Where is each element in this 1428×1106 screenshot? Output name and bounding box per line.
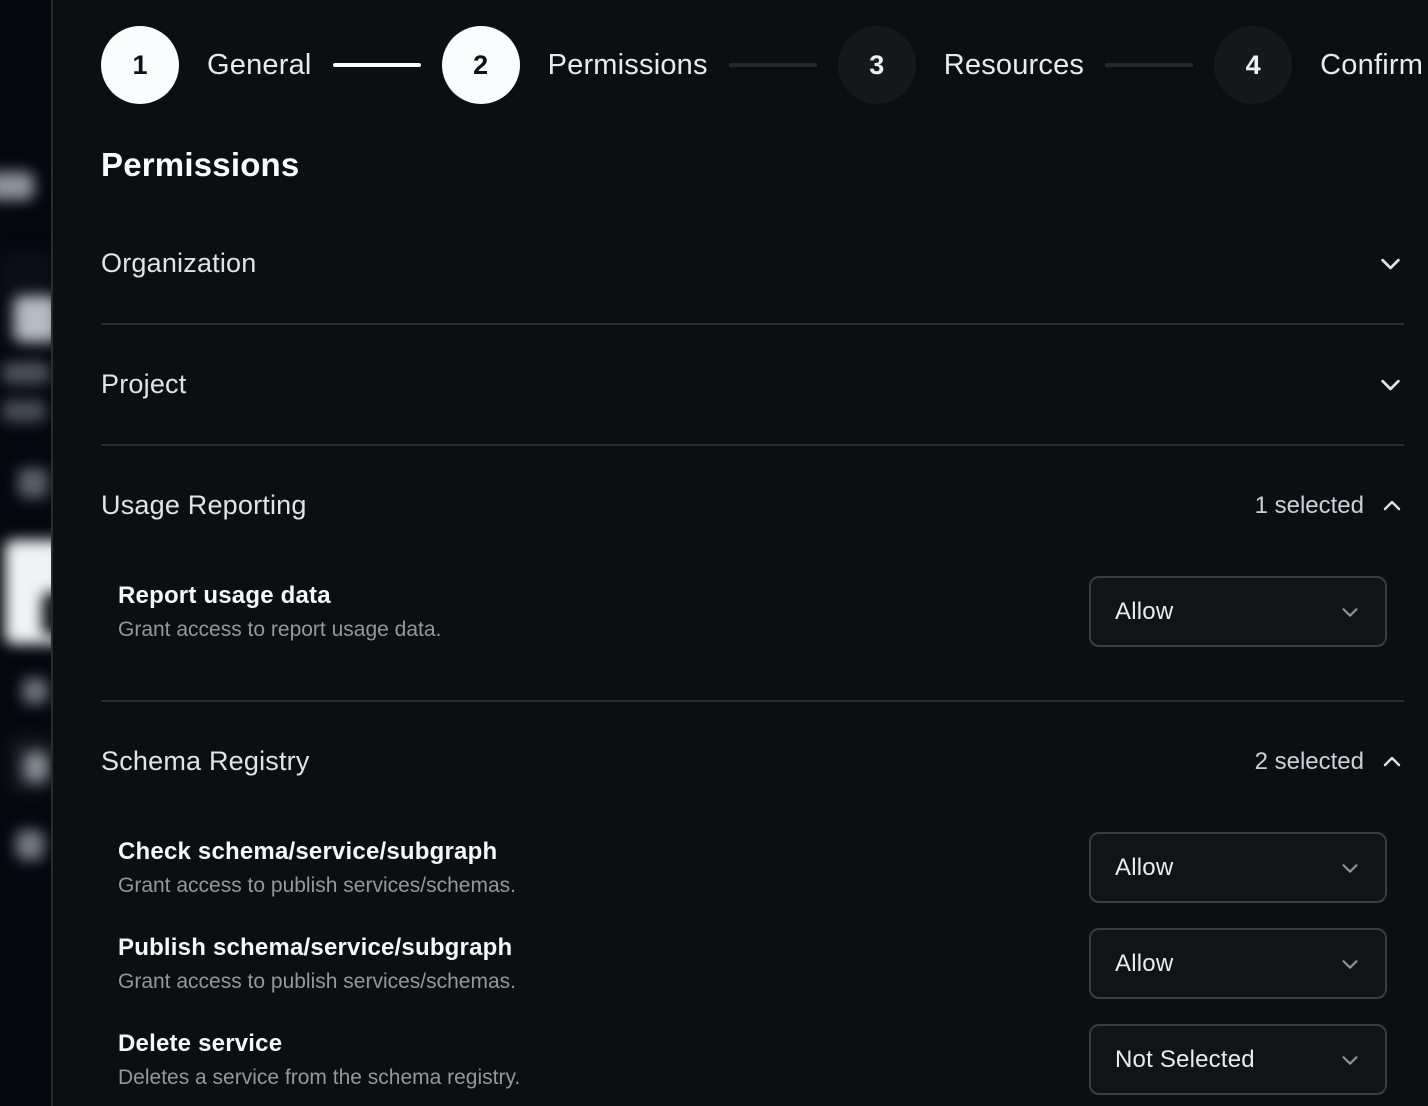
permission-sections: Organization Project (101, 204, 1404, 1106)
selected-option-label: Not Selected (1115, 1046, 1255, 1074)
permission-description: Grant access to report usage data. (118, 618, 441, 642)
blurred-text-line (2, 362, 50, 384)
blurred-logo (0, 172, 34, 200)
wizard-panel: 1 General 2 Permissions 3 Resources 4 Co… (55, 26, 1428, 1106)
permission-value-select[interactable]: Not Selected (1089, 1024, 1387, 1095)
permission-row-delete-service: Delete service Deletes a service from th… (101, 1024, 1404, 1095)
permission-list: Check schema/service/subgraph Grant acce… (101, 832, 1404, 1106)
section-title: Organization (101, 248, 257, 279)
permission-row-publish-schema: Publish schema/service/subgraph Grant ac… (101, 928, 1404, 999)
selected-option-label: Allow (1115, 598, 1173, 626)
chevron-up-icon[interactable] (1380, 750, 1404, 774)
blurred-account-item (14, 296, 53, 342)
step-permissions[interactable]: 2 Permissions (442, 26, 708, 104)
step-number-badge: 4 (1214, 26, 1292, 104)
selected-count-badge: 2 selected (1255, 748, 1364, 776)
step-label: Permissions (548, 49, 708, 82)
chevron-down-icon (1339, 1049, 1361, 1071)
step-connector (333, 63, 421, 67)
chevron-down-icon (1339, 601, 1361, 623)
permission-description: Grant access to publish services/schemas… (118, 970, 516, 994)
section-schema-registry-toggle[interactable]: Schema Registry 2 selected (101, 702, 1404, 821)
section-title: Project (101, 369, 186, 400)
selected-option-label: Allow (1115, 950, 1173, 978)
selected-count-badge: 1 selected (1255, 492, 1364, 520)
section-title: Schema Registry (101, 746, 310, 777)
permission-title: Check schema/service/subgraph (118, 838, 516, 866)
permission-row-check-schema: Check schema/service/subgraph Grant acce… (101, 832, 1404, 903)
step-general[interactable]: 1 General (101, 26, 312, 104)
blurred-card-glyph (42, 592, 53, 636)
chevron-up-icon[interactable] (1380, 494, 1404, 518)
permission-row-report-usage-data: Report usage data Grant access to report… (101, 576, 1404, 647)
step-connector (729, 63, 817, 67)
permission-title: Report usage data (118, 582, 441, 610)
step-number-badge: 2 (442, 26, 520, 104)
section-usage-reporting: Usage Reporting 1 selected Report usage … (101, 446, 1404, 702)
step-number-badge: 3 (838, 26, 916, 104)
permission-value-select[interactable]: Allow (1089, 832, 1387, 903)
blurred-text-line (2, 400, 46, 422)
step-label: General (207, 49, 312, 82)
permission-value-select[interactable]: Allow (1089, 928, 1387, 999)
page-title: Permissions (101, 146, 1404, 184)
step-confirm[interactable]: 4 Confirm (1214, 26, 1423, 104)
blurred-menu-item (22, 678, 48, 704)
permission-description: Grant access to publish services/schemas… (118, 874, 516, 898)
blurred-menu-item (24, 752, 48, 782)
permission-title: Publish schema/service/subgraph (118, 934, 516, 962)
selected-option-label: Allow (1115, 854, 1173, 882)
section-usage-reporting-toggle[interactable]: Usage Reporting 1 selected (101, 446, 1404, 565)
chevron-down-icon (1339, 953, 1361, 975)
section-title: Usage Reporting (101, 490, 307, 521)
permission-title: Delete service (118, 1030, 520, 1058)
section-project-toggle[interactable]: Project (101, 325, 1404, 444)
chevron-down-icon[interactable] (1377, 371, 1404, 398)
wizard-stepper: 1 General 2 Permissions 3 Resources 4 Co… (101, 26, 1404, 104)
section-schema-registry: Schema Registry 2 selected Check schema/… (101, 702, 1404, 1106)
chevron-down-icon[interactable] (1377, 250, 1404, 277)
chevron-down-icon (1339, 857, 1361, 879)
permission-value-select[interactable]: Allow (1089, 576, 1387, 647)
permission-description: Deletes a service from the schema regist… (118, 1066, 520, 1090)
step-connector (1105, 63, 1193, 67)
blurred-menu-icon (18, 468, 48, 498)
step-resources[interactable]: 3 Resources (838, 26, 1084, 104)
step-label: Resources (944, 49, 1084, 82)
section-organization: Organization (101, 204, 1404, 325)
permission-list: Report usage data Grant access to report… (101, 576, 1404, 700)
step-number-badge: 1 (101, 26, 179, 104)
step-label: Confirm (1320, 49, 1423, 82)
blurred-menu-item (16, 830, 44, 860)
background-sidebar (0, 0, 53, 1106)
section-project: Project (101, 325, 1404, 446)
section-organization-toggle[interactable]: Organization (101, 204, 1404, 323)
